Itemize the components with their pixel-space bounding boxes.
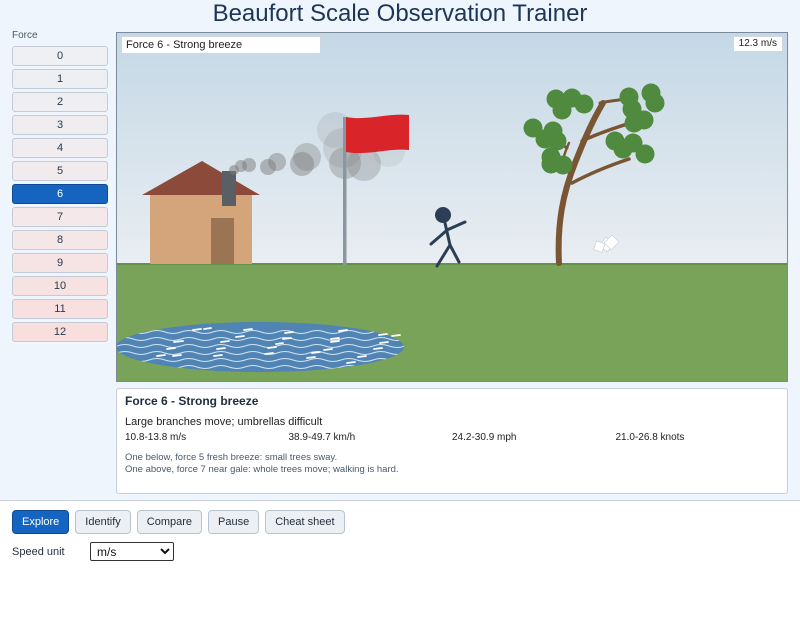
speed-range-ms: 10.8-13.8 m/s [125, 432, 187, 443]
section-divider [0, 500, 800, 501]
speed-unit-label: Speed unit [12, 546, 65, 558]
force-button-5[interactable]: 5 [12, 161, 108, 181]
info-speed-ranges: 10.8-13.8 m/s 38.9-49.7 km/h 24.2-30.9 m… [125, 431, 779, 444]
force-list-label: Force [12, 30, 38, 41]
app-title: Beaufort Scale Observation Trainer [212, 0, 588, 27]
pond [117, 322, 404, 372]
force-button-10[interactable]: 10 [12, 276, 108, 296]
force-list: 0 1 2 3 4 5 6 7 8 9 10 11 12 [12, 46, 108, 345]
pause-button[interactable]: Pause [208, 510, 260, 534]
force-info-panel: Force 6 - Strong breeze Large branches m… [116, 388, 788, 494]
person-head [435, 207, 451, 223]
house-chimney [222, 171, 236, 206]
force-button-12[interactable]: 12 [12, 322, 108, 342]
force-button-2[interactable]: 2 [12, 92, 108, 112]
info-description: Large branches move; umbrellas difficult [125, 416, 323, 428]
scene-force-label: Force 6 - Strong breeze [121, 36, 321, 54]
force-button-6[interactable]: 6 [12, 184, 108, 204]
force-button-7[interactable]: 7 [12, 207, 108, 227]
wind-speed-badge: 12.3 m/s [732, 36, 783, 52]
force-button-11[interactable]: 11 [12, 299, 108, 319]
flag-pole [343, 117, 347, 265]
force-button-1[interactable]: 1 [12, 69, 108, 89]
house-door [211, 218, 234, 264]
speed-range-mph: 24.2-30.9 mph [452, 432, 517, 443]
mode-toolbar: Explore Identify Compare Pause Cheat she… [12, 510, 351, 534]
scene-canvas [117, 33, 787, 381]
identify-button[interactable]: Identify [75, 510, 131, 534]
explore-button[interactable]: Explore [12, 510, 70, 534]
speed-range-knots: 21.0-26.8 knots [615, 432, 685, 443]
speed-unit-select[interactable]: m/s [90, 542, 174, 561]
flag-cloth [346, 114, 409, 154]
info-note-above: One above, force 7 near gale: whole tree… [125, 464, 399, 475]
force-button-0[interactable]: 0 [12, 46, 108, 66]
force-button-8[interactable]: 8 [12, 230, 108, 250]
info-note-below: One below, force 5 fresh breeze: small t… [125, 452, 338, 463]
force-button-4[interactable]: 4 [12, 138, 108, 158]
wind-scene: Force 6 - Strong breeze 12.3 m/s [116, 32, 788, 382]
house-wall [150, 194, 252, 264]
speed-range-kmh: 38.9-49.7 km/h [288, 432, 356, 443]
force-button-9[interactable]: 9 [12, 253, 108, 273]
cheat-sheet-button[interactable]: Cheat sheet [265, 510, 345, 534]
info-title: Force 6 - Strong breeze [125, 394, 259, 408]
compare-button[interactable]: Compare [136, 510, 203, 534]
force-button-3[interactable]: 3 [12, 115, 108, 135]
